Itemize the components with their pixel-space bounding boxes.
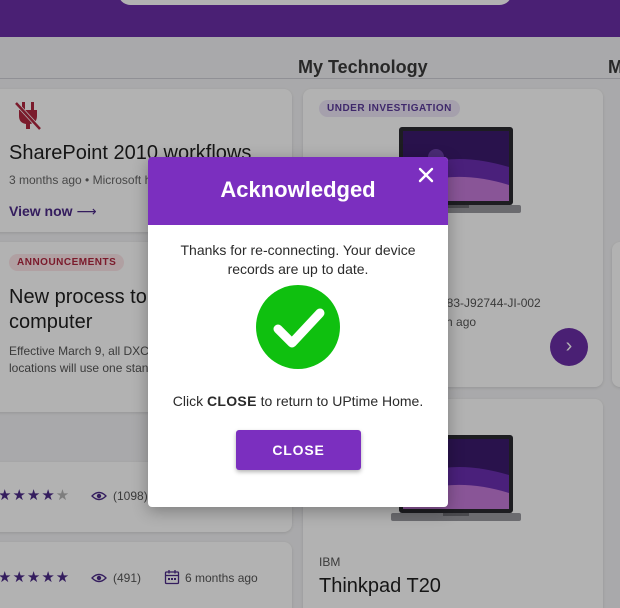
- instruction-bold: CLOSE: [206, 393, 257, 409]
- instruction-prefix: Click: [172, 393, 204, 409]
- close-button[interactable]: CLOSE: [236, 430, 361, 470]
- acknowledged-dialog: Acknowledged Thanks for re-connecting. Y…: [148, 157, 448, 507]
- dialog-instruction: Click CLOSE to return to UPtime Home.: [148, 393, 448, 409]
- instruction-suffix: to return to UPtime Home.: [260, 393, 424, 409]
- close-icon[interactable]: [414, 163, 438, 187]
- dialog-title: Acknowledged: [220, 177, 376, 202]
- dialog-message: Thanks for re-connecting. Your device re…: [180, 242, 416, 277]
- dialog-header: Acknowledged: [148, 157, 448, 225]
- success-check-icon: [256, 285, 340, 369]
